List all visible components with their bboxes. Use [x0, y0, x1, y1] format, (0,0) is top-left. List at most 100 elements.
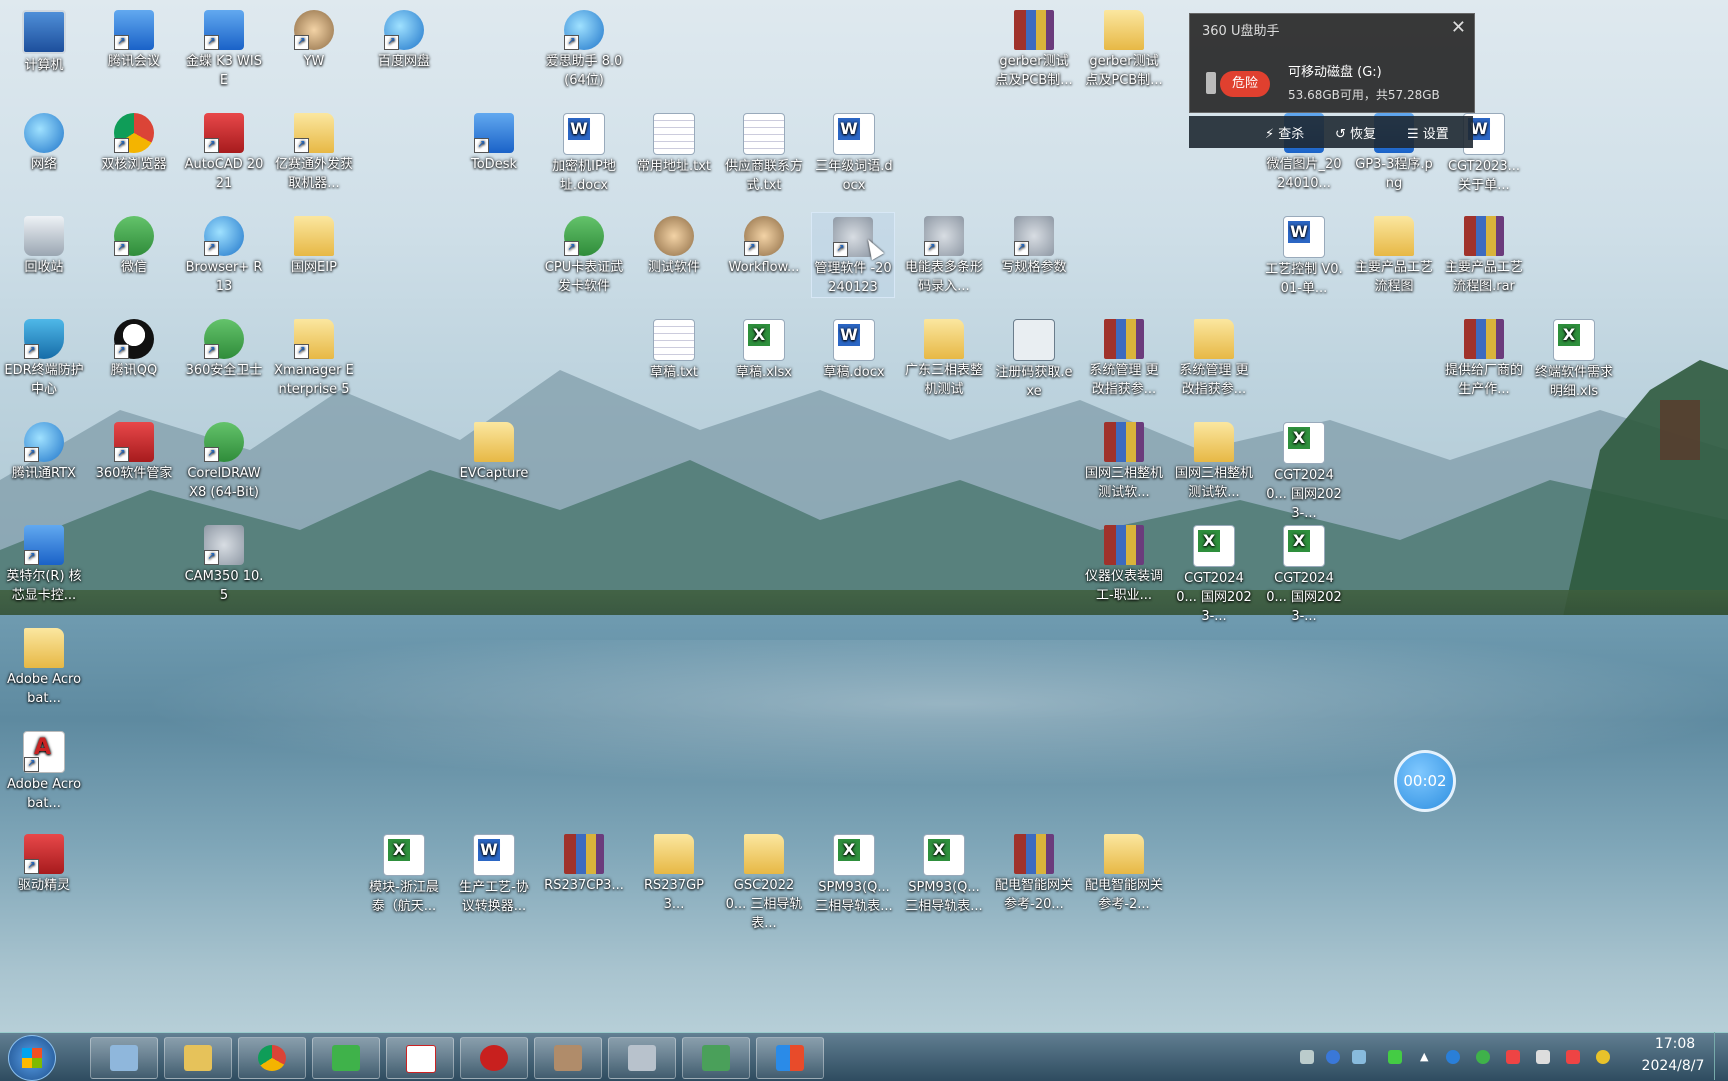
taskbar-tools[interactable]: [608, 1037, 676, 1079]
desktop-icon-spm93-xls-2[interactable]: SPM93(Q... 三相导轨表...: [903, 830, 985, 916]
flag-icon[interactable]: [1506, 1050, 1520, 1064]
desktop-icon-terminal-xls[interactable]: 终端软件需求明细.xls: [1533, 315, 1615, 401]
desktop-icon-qq[interactable]: ↗ 腾讯QQ: [93, 315, 175, 380]
desktop-icon-test-software[interactable]: 测试软件: [633, 212, 715, 277]
desktop-icon-gateway-folder[interactable]: 配电智能网关参考-2...: [1083, 830, 1165, 914]
desktop-icon-process-control[interactable]: 工艺控制 V0.01-单...: [1263, 212, 1345, 298]
desktop-icon-acrobat[interactable]: ↗ Adobe Acrobat...: [3, 727, 85, 813]
desktop-icon-driver-genius[interactable]: ↗ 驱动精灵: [3, 830, 85, 895]
desktop-icon-module-xls[interactable]: 模块-浙江晨泰（航天...: [363, 830, 445, 916]
start-button[interactable]: [8, 1035, 56, 1081]
desktop-icon-autocad[interactable]: ↗ AutoCAD 2021: [183, 109, 265, 193]
taskbar-wechat-screenshot[interactable]: [682, 1037, 750, 1079]
desktop-icon-rtx[interactable]: ↗ 腾讯通RTX: [3, 418, 85, 483]
wechat-tray-icon[interactable]: [1476, 1050, 1490, 1064]
desktop-icon-workflow[interactable]: ↗ Workflow...: [723, 212, 805, 277]
desktop-icon-spm93-xls-1[interactable]: SPM93(Q... 三相导轨表...: [813, 830, 895, 916]
taskbar-chrome[interactable]: [238, 1037, 306, 1079]
network-tray-icon[interactable]: [1446, 1050, 1460, 1064]
icon-label: CAM350 10.5: [184, 569, 264, 603]
desktop-icon-sysmgmt-rar[interactable]: 系统管理 更改指获参...: [1083, 315, 1165, 399]
taskbar-risesun[interactable]: [460, 1037, 528, 1079]
close-icon[interactable]: ✕: [1451, 17, 1466, 38]
desktop-icon-recycle-bin[interactable]: 回收站: [3, 212, 85, 277]
taskbar-file-explorer[interactable]: [164, 1037, 232, 1079]
desktop-icon-draft-docx[interactable]: 草稿.docx: [813, 315, 895, 382]
desktop-icon-network[interactable]: 网络: [3, 109, 85, 174]
desktop-icon-spec-params[interactable]: ↗ 写规格参数: [993, 212, 1075, 277]
taskbar-wechat[interactable]: [312, 1037, 380, 1079]
coreldraw-icon: ↗: [204, 422, 244, 462]
desktop-icon-draft-txt[interactable]: 草稿.txt: [633, 315, 715, 382]
taskbar-workflow[interactable]: [534, 1037, 602, 1079]
volume-muted-icon[interactable]: [1566, 1050, 1580, 1064]
taskbar-search-tool[interactable]: [90, 1037, 158, 1079]
desktop-icon-draft-xlsx[interactable]: 草稿.xlsx: [723, 315, 805, 382]
desktop-icon-yisaitong[interactable]: ↗ 亿赛通外发获取机器...: [273, 109, 355, 193]
desktop-icon-vendor-rar[interactable]: 提供给厂商的 生产作...: [1443, 315, 1525, 399]
desktop-icon-ip-docx[interactable]: 加密机IP地址.docx: [543, 109, 625, 195]
desktop-icon-cgt20240-xls-1[interactable]: CGT20240... 国网2023-...: [1263, 418, 1345, 523]
desktop-icon-rs237-folder[interactable]: RS237GP3...: [633, 830, 715, 914]
desktop-icon-cgt20240-xls-3[interactable]: CGT20240... 国网2023-...: [1263, 521, 1345, 626]
desktop-icon-computer[interactable]: 计算机: [3, 6, 85, 75]
desktop-icon-gerber-rar[interactable]: gerber测试点及PCB制...: [993, 6, 1075, 90]
desktop-icon-360-software[interactable]: ↗ 360软件管家: [93, 418, 175, 483]
desktop-icon-intel-graphics[interactable]: ↗ 英特尔(R) 核芯显卡控...: [3, 521, 85, 605]
desktop-icon-cam350[interactable]: ↗ CAM350 10.5: [183, 521, 265, 605]
display-icon[interactable]: [1536, 1050, 1550, 1064]
help-icon[interactable]: [1326, 1050, 1340, 1064]
desktop-icon-address-txt[interactable]: 常用地址.txt: [633, 109, 715, 176]
desktop-icon-regcode-exe[interactable]: 注册码获取.exe: [993, 315, 1075, 401]
desktop-icon-gateway-rar[interactable]: 配电智能网关参考-20...: [993, 830, 1075, 914]
desktop-icon-process-docx[interactable]: 生产工艺-协议转换器...: [453, 830, 535, 916]
desktop-icon-baidu-netdisk[interactable]: ↗ 百度网盘: [363, 6, 445, 71]
security-360-tray-icon[interactable]: [1596, 1050, 1610, 1064]
battery-icon[interactable]: [1388, 1050, 1402, 1064]
desktop-icon-cgt20240-xls-2[interactable]: CGT20240... 国网2023-...: [1173, 521, 1255, 626]
desktop-icon-guangdong-test[interactable]: 广东三相表整机测试: [903, 315, 985, 399]
desktop-icon-gsc-folder[interactable]: GSC20220... 三相导轨表...: [723, 830, 805, 933]
desktop-icon-kingdee[interactable]: ↗ 金蝶 K3 WISE: [183, 6, 265, 90]
desktop-icon-sgcc-test-rar[interactable]: 国网三相整机测试软...: [1083, 418, 1165, 502]
desktop-icon-sgcc-test-folder[interactable]: 国网三相整机测试软...: [1173, 418, 1255, 502]
show-hidden-icons-icon[interactable]: ▲: [1420, 1050, 1434, 1064]
desktop-icon-tencent-meeting[interactable]: ↗ 腾讯会议: [93, 6, 175, 71]
desktop-icon-todesk[interactable]: ↗ ToDesk: [453, 109, 535, 174]
clock-time[interactable]: 17:08: [1640, 1036, 1710, 1052]
clock-date[interactable]: 2024/8/7: [1630, 1058, 1716, 1074]
desktop-icon-edr[interactable]: ↗ EDR终端防护中心: [3, 315, 85, 399]
desktop-icon-rs237-rar[interactable]: RS237CP3...: [543, 830, 625, 895]
scan-button[interactable]: ⚡ 查杀: [1265, 123, 1304, 142]
desktop-icon-browser[interactable]: ↗ 双核浏览器: [93, 109, 175, 174]
taskbar-office[interactable]: [756, 1037, 824, 1079]
desktop-icon-supplier-txt[interactable]: 供应商联系方式.txt: [723, 109, 805, 195]
taskbar-acrobat[interactable]: [386, 1037, 454, 1079]
desktop-icon-evcapture[interactable]: EVCapture: [453, 418, 535, 483]
desktop-icon-barcode-entry[interactable]: ↗ 电能表多条形码录入...: [903, 212, 985, 296]
desktop-icon-xmanager[interactable]: ↗ Xmanager Enterprise 5: [273, 315, 355, 399]
tray-window-icon[interactable]: [1352, 1050, 1366, 1064]
keyboard-icon[interactable]: [1300, 1050, 1314, 1064]
desktop-icon-i4[interactable]: ↗ 爱思助手 8.0(64位): [543, 6, 625, 90]
desktop-icon-wechat[interactable]: ↗ 微信: [93, 212, 175, 277]
desktop-icon-acrobat-folder[interactable]: Adobe Acrobat...: [3, 624, 85, 708]
desktop-icon-gerber-folder[interactable]: gerber测试点及PCB制...: [1083, 6, 1165, 90]
icon-label: 仪器仪表装调工-职业...: [1084, 569, 1163, 603]
desktop-icon-360-security[interactable]: ↗ 360安全卫士: [183, 315, 265, 380]
desktop-icon-words-docx[interactable]: 三年级词语.docx: [813, 109, 895, 195]
recording-timer[interactable]: 00:02: [1394, 750, 1456, 812]
desktop-icon-flowchart-rar[interactable]: 主要产品工艺流程图.rar: [1443, 212, 1525, 296]
restore-button[interactable]: ↺ 恢复: [1335, 123, 1376, 142]
show-desktop-button[interactable]: [1714, 1032, 1728, 1080]
desktop-icon-coreldraw[interactable]: ↗ CorelDRAW X8 (64-Bit): [183, 418, 265, 502]
desktop-icon-cpu-card[interactable]: ↗ CPU卡表证武发卡软件: [543, 212, 625, 296]
desktop-icon-yw[interactable]: ↗ YW: [273, 6, 355, 71]
desktop-icon-instrument-rar[interactable]: 仪器仪表装调工-职业...: [1083, 521, 1165, 605]
desktop-icon-sysmgmt-folder[interactable]: 系统管理 更改指获参...: [1173, 315, 1255, 399]
desktop-icon-browser-plus[interactable]: ↗ Browser+ R13: [183, 212, 265, 296]
desktop-icon-management-software[interactable]: ↗ 管理软件 -20240123: [811, 212, 895, 298]
settings-button[interactable]: ☰ 设置: [1407, 123, 1449, 142]
desktop-icon-flowchart-folder[interactable]: 主要产品工艺流程图: [1353, 212, 1435, 296]
desktop-icon-eip[interactable]: 国网EIP: [273, 212, 355, 277]
